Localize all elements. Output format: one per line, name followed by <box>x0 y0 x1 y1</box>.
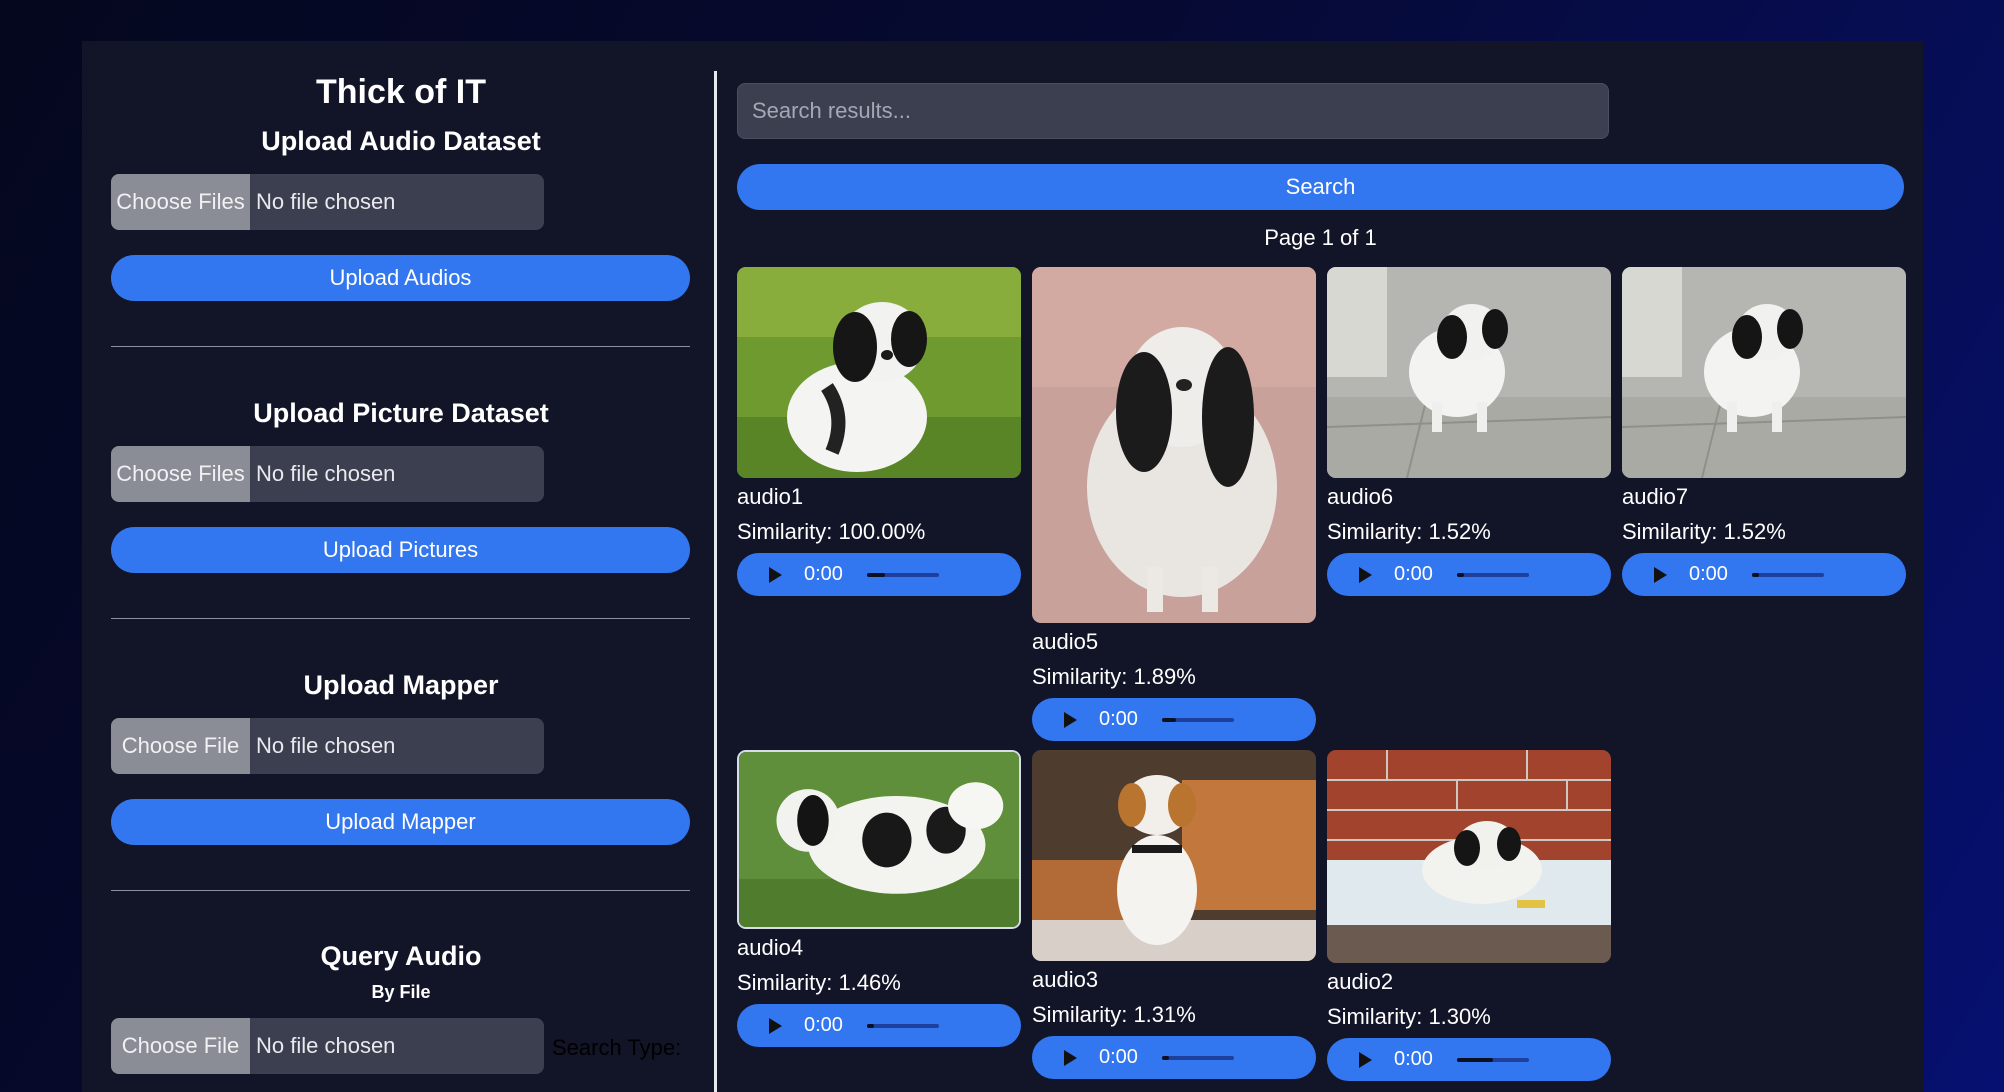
result-card[interactable]: audio3 Similarity: 1.31% 0:00 <box>1032 750 1316 1079</box>
section-divider <box>111 890 690 891</box>
picture-file-status: No file chosen <box>256 461 396 486</box>
result-similarity: Similarity: 1.89% <box>1032 664 1196 689</box>
result-image[interactable] <box>1032 750 1316 961</box>
section-divider <box>111 346 690 347</box>
result-card[interactable]: audio1 Similarity: 100.00% 0:00 <box>737 267 1021 596</box>
audio-player[interactable]: 0:00 <box>1327 1038 1611 1081</box>
section-divider <box>111 618 690 619</box>
pagination-label: Page 1 of 1 <box>1264 225 1377 250</box>
result-name: audio5 <box>1032 629 1099 654</box>
audio-file-input[interactable]: Choose Files No file chosen <box>111 174 544 230</box>
audio-player[interactable]: 0:00 <box>1032 698 1316 741</box>
result-name: audio4 <box>737 935 804 960</box>
seek-bar-fill <box>867 573 885 577</box>
result-similarity: Similarity: 1.52% <box>1327 519 1491 544</box>
audio-player[interactable]: 0:00 <box>737 1004 1021 1047</box>
result-name: audio1 <box>737 484 804 509</box>
result-card[interactable]: audio6 Similarity: 1.52% 0:00 <box>1327 267 1611 596</box>
seek-bar[interactable] <box>1162 718 1234 722</box>
result-card[interactable]: audio5 Similarity: 1.89% 0:00 <box>1032 267 1316 741</box>
result-image[interactable] <box>737 750 1021 929</box>
seek-bar[interactable] <box>1457 1058 1529 1062</box>
result-similarity: Similarity: 1.30% <box>1327 1004 1491 1029</box>
result-similarity: Similarity: 100.00% <box>737 519 926 544</box>
play-icon[interactable] <box>1064 711 1077 728</box>
seek-bar-fill <box>1752 573 1760 577</box>
audio-file-status: No file chosen <box>256 189 396 214</box>
result-name: audio3 <box>1032 967 1099 992</box>
query-file-status: No file chosen <box>256 1033 396 1058</box>
play-icon[interactable] <box>1359 1051 1372 1068</box>
upload-mapper-button[interactable]: Upload Mapper <box>111 799 690 845</box>
result-card[interactable]: audio2 Similarity: 1.30% 0:00 <box>1327 750 1611 1081</box>
result-image[interactable] <box>1622 267 1906 478</box>
seek-bar[interactable] <box>1752 573 1824 577</box>
play-icon[interactable] <box>769 1017 782 1034</box>
result-similarity: Similarity: 1.46% <box>737 970 901 995</box>
picture-choose-files-button[interactable]: Choose Files <box>111 446 250 502</box>
result-name: audio6 <box>1327 484 1394 509</box>
audio-player[interactable]: 0:00 <box>737 553 1021 596</box>
audio-player[interactable]: 0:00 <box>1327 553 1611 596</box>
query-file-input[interactable]: Choose File No file chosen <box>111 1018 544 1074</box>
result-similarity: Similarity: 1.31% <box>1032 1002 1196 1027</box>
result-card[interactable]: audio7 Similarity: 1.52% 0:00 <box>1622 267 1906 596</box>
play-icon[interactable] <box>1064 1049 1077 1066</box>
mapper-choose-file-button[interactable]: Choose File <box>111 718 250 774</box>
result-similarity: Similarity: 1.52% <box>1622 519 1786 544</box>
result-image[interactable] <box>1327 267 1611 478</box>
result-image[interactable] <box>1032 267 1316 623</box>
play-icon[interactable] <box>1359 566 1372 583</box>
query-choose-file-button[interactable]: Choose File <box>111 1018 250 1074</box>
audio-time: 0:00 <box>804 563 843 585</box>
main-panel: Thick of IT Upload Audio Dataset Choose … <box>82 41 1923 1092</box>
audio-player[interactable]: 0:00 <box>1032 1036 1316 1079</box>
result-name: audio2 <box>1327 969 1394 994</box>
seek-bar[interactable] <box>867 1024 939 1028</box>
mapper-file-input[interactable]: Choose File No file chosen <box>111 718 544 774</box>
picture-section-title: Upload Picture Dataset <box>253 398 549 428</box>
picture-file-input[interactable]: Choose Files No file chosen <box>111 446 544 502</box>
seek-bar[interactable] <box>1162 1056 1234 1060</box>
audio-section-title: Upload Audio Dataset <box>261 126 541 156</box>
seek-bar-fill <box>867 1024 875 1028</box>
search-input[interactable]: Search results... <box>737 83 1609 139</box>
result-name: audio7 <box>1622 484 1689 509</box>
upload-audios-button[interactable]: Upload Audios <box>111 255 690 301</box>
audio-time: 0:00 <box>804 1014 843 1036</box>
result-card[interactable]: audio4 Similarity: 1.46% 0:00 <box>737 750 1021 1047</box>
mapper-file-status: No file chosen <box>256 733 396 758</box>
app-title: Thick of IT <box>316 73 486 111</box>
seek-bar[interactable] <box>1457 573 1529 577</box>
vertical-divider <box>714 71 717 1092</box>
audio-time: 0:00 <box>1099 1046 1138 1068</box>
query-section-subtitle: By File <box>371 982 431 1002</box>
audio-choose-files-button[interactable]: Choose Files <box>111 174 250 230</box>
seek-bar-fill <box>1162 718 1177 722</box>
play-icon[interactable] <box>769 566 782 583</box>
audio-time: 0:00 <box>1099 708 1138 730</box>
search-button[interactable]: Search <box>737 164 1904 210</box>
result-image[interactable] <box>737 267 1021 478</box>
audio-player[interactable]: 0:00 <box>1622 553 1906 596</box>
query-section-title: Query Audio <box>320 941 482 971</box>
audio-time: 0:00 <box>1689 563 1728 585</box>
seek-bar-fill <box>1457 1058 1493 1062</box>
upload-sidebar: Thick of IT Upload Audio Dataset Choose … <box>82 41 712 1092</box>
audio-time: 0:00 <box>1394 563 1433 585</box>
seek-bar[interactable] <box>867 573 939 577</box>
results-area: Search results... Search Page 1 of 1 aud… <box>727 41 1923 1092</box>
upload-pictures-button[interactable]: Upload Pictures <box>111 527 690 573</box>
result-image[interactable] <box>1327 750 1611 963</box>
seek-bar-fill <box>1457 573 1465 577</box>
search-type-label: Search Type: <box>552 1035 682 1060</box>
mapper-section-title: Upload Mapper <box>303 670 499 700</box>
audio-time: 0:00 <box>1394 1048 1433 1070</box>
play-icon[interactable] <box>1654 566 1667 583</box>
seek-bar-fill <box>1162 1056 1170 1060</box>
